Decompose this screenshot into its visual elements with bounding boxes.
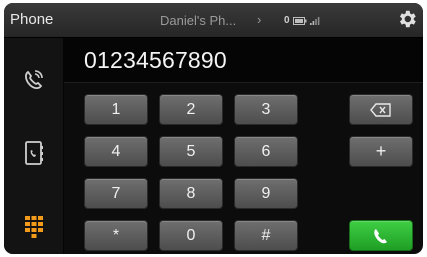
key-5[interactable]: 5 (159, 136, 223, 167)
key-hash[interactable]: # (234, 220, 298, 251)
key-7[interactable]: 7 (84, 178, 148, 209)
call-icon (374, 228, 387, 243)
bluetooth-count: 0 (284, 15, 290, 26)
keypad-grid-icon (24, 216, 43, 238)
device-name-button[interactable]: Daniel's Ph... (160, 13, 236, 28)
sidebar (4, 38, 64, 254)
key-4[interactable]: 4 (84, 136, 148, 167)
key-6[interactable]: 6 (234, 136, 298, 167)
key-0[interactable]: 0 (159, 220, 223, 251)
number-display: 01234567890 (64, 38, 423, 83)
signal-icon (309, 17, 319, 25)
sidebar-item-contacts[interactable] (4, 124, 63, 182)
contacts-book-icon (24, 141, 43, 165)
phone-history-icon (24, 70, 43, 90)
backspace-button[interactable] (349, 94, 413, 125)
phone-screen: Phone Daniel's Ph... › 0 01234567890 1 2… (4, 3, 423, 254)
key-3[interactable]: 3 (234, 94, 298, 125)
app-title: Phone (10, 11, 54, 28)
sidebar-item-keypad[interactable] (4, 198, 63, 254)
connection-status: 0 (284, 15, 320, 26)
sidebar-item-recent-calls[interactable] (4, 50, 63, 108)
gear-icon[interactable] (396, 8, 418, 30)
key-1[interactable]: 1 (84, 94, 148, 125)
key-8[interactable]: 8 (159, 178, 223, 209)
chevron-right-icon[interactable]: › (257, 12, 261, 27)
dialed-number: 01234567890 (84, 47, 227, 73)
backspace-icon (370, 102, 391, 117)
key-9[interactable]: 9 (234, 178, 298, 209)
top-bar: Phone Daniel's Ph... › 0 (4, 3, 423, 38)
battery-icon (292, 16, 307, 25)
call-button[interactable] (349, 220, 413, 251)
plus-button[interactable]: + (349, 136, 413, 167)
key-star[interactable]: * (84, 220, 148, 251)
key-2[interactable]: 2 (159, 94, 223, 125)
